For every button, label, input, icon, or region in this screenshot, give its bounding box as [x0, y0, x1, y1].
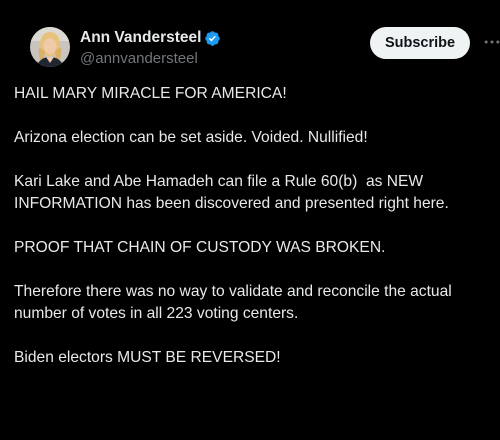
post-paragraph: HAIL MARY MIRACLE FOR AMERICA!	[14, 85, 287, 102]
more-options-icon[interactable]	[480, 30, 500, 54]
post-paragraph: PROOF THAT CHAIN OF CUSTODY WAS BROKEN.	[14, 239, 386, 256]
post: Ann Vandersteel @annvandersteel Subscrib…	[0, 0, 500, 440]
author-block: Ann Vandersteel @annvandersteel	[80, 28, 221, 69]
post-paragraph: Arizona election can be set aside. Voide…	[14, 129, 368, 146]
avatar[interactable]	[30, 27, 70, 67]
avatar-image	[30, 27, 70, 67]
post-paragraph: Kari Lake and Abe Hamadeh can file a Rul…	[14, 173, 449, 212]
author-handle[interactable]: @annvandersteel	[80, 49, 221, 69]
post-paragraph: Therefore there was no way to validate a…	[14, 283, 457, 322]
post-header: Ann Vandersteel @annvandersteel Subscrib…	[16, 0, 500, 82]
verified-badge-icon[interactable]	[204, 30, 221, 47]
author-display-name[interactable]: Ann Vandersteel	[80, 28, 201, 48]
post-paragraph: Biden electors MUST BE REVERSED!	[14, 349, 281, 366]
author-name-row[interactable]: Ann Vandersteel	[80, 28, 221, 48]
subscribe-button[interactable]: Subscribe	[370, 27, 470, 59]
post-text: HAIL MARY MIRACLE FOR AMERICA! Arizona e…	[14, 83, 484, 391]
